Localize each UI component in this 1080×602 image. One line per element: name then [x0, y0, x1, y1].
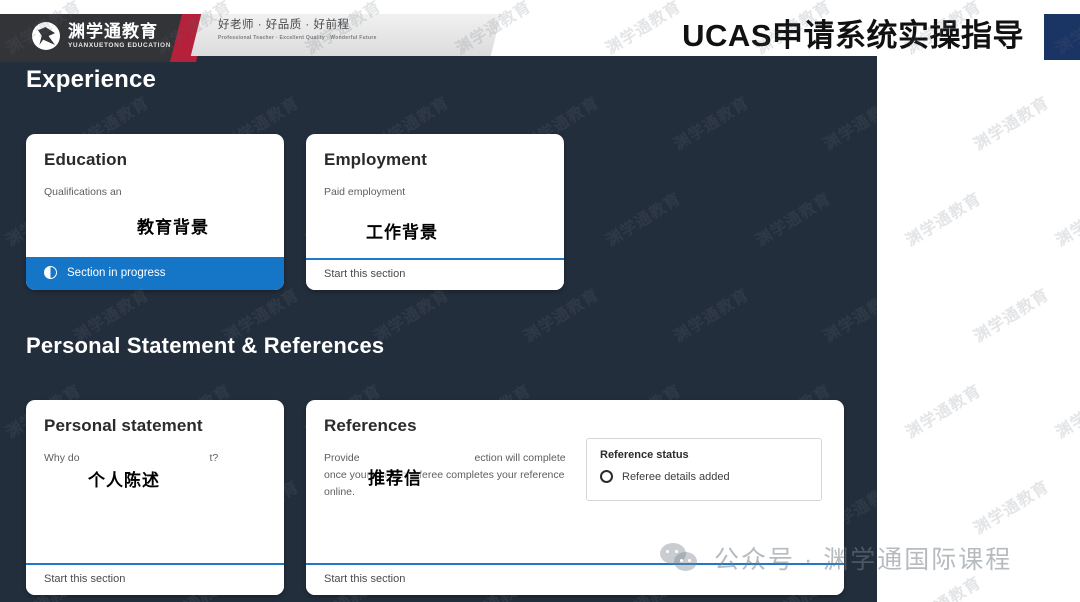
card-personal-statement-start-label: Start this section	[44, 573, 126, 585]
radio-unselected-icon	[600, 470, 613, 483]
card-employment-body: Employment Paid employment	[306, 134, 564, 209]
card-references-title: References	[324, 416, 417, 435]
ps-desc-left: Why do	[44, 452, 80, 464]
ref-desc-line1-left: Provide	[324, 452, 360, 464]
section-heading-experience: Experience	[26, 66, 157, 93]
wechat-footer-text: 公众号 · 渊学通国际课程	[714, 546, 1013, 574]
card-personal-statement-start-link[interactable]: Start this section	[26, 563, 284, 595]
ucas-application-panel: Experience Education Qualifications an S…	[0, 56, 877, 602]
card-education-description: Qualifications an	[44, 186, 122, 198]
card-education-status-label: Section in progress	[67, 266, 166, 279]
slide-canvas: 渊学通教育 YUANXUETONG EDUCATION 好老师 · 好品质 · …	[0, 0, 1080, 602]
watermark-text: 渊学通教育	[903, 382, 985, 442]
watermark-text: 渊学通教育	[971, 94, 1053, 154]
card-employment-start-link[interactable]: Start this section	[306, 258, 564, 290]
watermark-text: 渊学通教育	[1053, 382, 1080, 442]
wechat-icon	[660, 543, 700, 573]
brand-name-en: YUANXUETONG EDUCATION	[68, 41, 172, 49]
title-accent-square	[1044, 14, 1080, 60]
brand-logo-text: 渊学通教育 YUANXUETONG EDUCATION	[68, 23, 171, 50]
card-personal-statement-title: Personal statement	[44, 416, 203, 435]
referee-details-added-label: Referee details added	[622, 470, 730, 483]
slide-header: 渊学通教育 YUANXUETONG EDUCATION 好老师 · 好品质 · …	[0, 0, 1080, 64]
yuanxuetong-fish-logo-icon	[32, 22, 60, 50]
brand-logo: 渊学通教育 YUANXUETONG EDUCATION	[32, 22, 171, 50]
annotation-references: 推荐信	[368, 469, 422, 488]
ref-desc-line1-right: ection will	[474, 452, 521, 464]
card-references-description: Provide ection will complete once your c…	[324, 450, 572, 501]
wechat-footer-watermark: 公众号 · 渊学通国际课程	[660, 540, 1012, 576]
card-personal-statement-body: Personal statement Why do t?	[26, 400, 284, 475]
card-references-start-label: Start this section	[324, 573, 406, 585]
card-personal-statement-description: Why do t?	[44, 450, 266, 467]
slide-title: UCAS申请系统实操指导	[682, 18, 1024, 53]
card-employment-start-label: Start this section	[324, 268, 406, 280]
referee-details-added-option[interactable]: Referee details added	[600, 470, 808, 483]
card-employment-description: Paid employment	[324, 186, 406, 198]
watermark-text: 渊学通教育	[971, 286, 1053, 346]
watermark-text: 渊学通教育	[1053, 190, 1080, 250]
watermark-text: 渊学通教育	[971, 478, 1053, 538]
card-education[interactable]: Education Qualifications an Section in p…	[26, 134, 284, 290]
card-education-title: Education	[44, 150, 128, 169]
ps-desc-right: t?	[209, 452, 219, 464]
reference-status-title: Reference status	[600, 449, 689, 461]
annotation-employment: 工作背景	[366, 223, 438, 242]
reference-status-box: Reference status Referee details added	[586, 438, 822, 501]
brand-name-cn: 渊学通教育	[68, 21, 158, 41]
watermark-text: 渊学通教育	[1050, 569, 1080, 602]
card-education-status-footer[interactable]: Section in progress	[26, 257, 284, 290]
annotation-personal-statement: 个人陈述	[88, 471, 160, 490]
brand-tagline: 好老师 · 好品质 · 好前程 Professional Teacher · E…	[218, 19, 377, 41]
card-references-body: References Provide ection will complete …	[306, 400, 844, 509]
card-employment[interactable]: Employment Paid employment Start this se…	[306, 134, 564, 290]
section-heading-personal-statement-references: Personal Statement & References	[26, 333, 385, 358]
tagline-cn: 好老师 · 好品质 · 好前程	[218, 19, 350, 31]
annotation-education: 教育背景	[137, 218, 209, 237]
card-employment-title: Employment	[324, 150, 428, 169]
card-education-body: Education Qualifications an	[26, 134, 284, 209]
tagline-en: Professional Teacher · Excellent Quality…	[218, 34, 377, 41]
watermark-text: 渊学通教育	[903, 190, 985, 250]
half-filled-circle-icon	[44, 266, 57, 279]
card-personal-statement[interactable]: Personal statement Why do t? Start this …	[26, 400, 284, 595]
